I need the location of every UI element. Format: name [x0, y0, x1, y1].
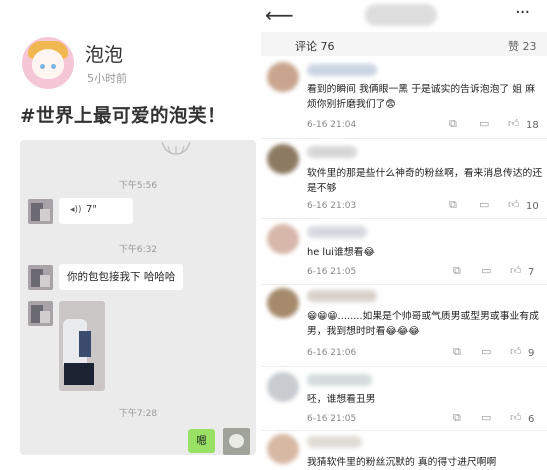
- commenter-avatar[interactable]: [267, 434, 299, 464]
- like-icon[interactable]: 👍︎: [508, 117, 520, 130]
- commenter-avatar[interactable]: [267, 144, 299, 174]
- comments-panel: ⟵ ··· 评论 76 赞 23 看到的瞬间 我俩眼一黑 于是诚实的告诉泡泡了 …: [261, 0, 547, 470]
- like-count: 18: [526, 120, 539, 131]
- like-icon[interactable]: 👍︎: [510, 411, 522, 424]
- like-count: 6: [528, 414, 535, 425]
- like-count: 9: [528, 348, 535, 359]
- commenter-name[interactable]: [307, 374, 372, 386]
- friend-avatar: [28, 301, 53, 326]
- my-reply-message: 嗯: [188, 429, 215, 453]
- share-icon[interactable]: ⧉: [453, 411, 461, 425]
- post-time: 5小时前: [87, 72, 127, 85]
- commenter-name[interactable]: [307, 290, 377, 302]
- share-icon[interactable]: ⧉: [453, 345, 461, 359]
- comment-text: 软件里的那是些什么神奇的粉丝啊，看来消息传达的还是不够: [307, 168, 543, 194]
- chat-timestamp: 下午5:56: [118, 181, 158, 191]
- like-icon[interactable]: 👍︎: [510, 264, 522, 277]
- commenter-avatar[interactable]: [267, 372, 299, 402]
- like-icon[interactable]: 👍︎: [510, 345, 522, 358]
- comment-icon[interactable]: ▭: [481, 411, 491, 424]
- more-icon[interactable]: ···: [515, 2, 530, 23]
- commenter-name[interactable]: [307, 146, 357, 158]
- chat-timestamp: 下午7:28: [118, 409, 158, 419]
- comment-tabs: 评论 76 赞 23: [261, 32, 547, 56]
- like-icon[interactable]: 👍︎: [508, 198, 520, 211]
- comment-text: 看到的瞬间 我俩眼一黑 于是诚实的告诉泡泡了 姐 麻烦你别折磨我们了😨: [307, 84, 535, 110]
- friend-avatar: [28, 265, 53, 290]
- share-icon[interactable]: ⧉: [449, 198, 457, 212]
- comment-time: 6-16 21:03: [307, 201, 357, 211]
- voice-message[interactable]: ◂)) 7": [59, 198, 133, 224]
- photo-message[interactable]: [59, 301, 105, 391]
- divider: [261, 430, 547, 431]
- post-username[interactable]: 泡泡: [85, 40, 123, 67]
- my-avatar: [223, 428, 250, 455]
- chat-screenshot: 下午5:56 ◂)) 7" 下午6:32 你的包包接我下 哈哈哈 下午7:28 …: [20, 140, 256, 455]
- commenter-name[interactable]: [307, 64, 377, 76]
- share-icon[interactable]: ⧉: [453, 264, 461, 278]
- comment-time: 6-16 21:06: [307, 348, 357, 358]
- comment-icon[interactable]: ▭: [481, 345, 491, 358]
- comment-time: 6-16 21:04: [307, 120, 357, 130]
- commenter-avatar[interactable]: [267, 224, 299, 254]
- divider: [261, 218, 547, 219]
- voice-icon: ◂)): [70, 205, 82, 215]
- text-message: 你的包包接我下 哈哈哈: [59, 264, 184, 290]
- divider: [261, 284, 547, 285]
- comment-text: 😁😁😁........如果是个帅哥或气质男或型男或事业有成男，我到想时时看😂😂😂: [307, 311, 539, 337]
- post-text: #世界上最可爱的泡芙！: [20, 106, 227, 127]
- commenter-name[interactable]: [307, 436, 362, 448]
- commenter-name[interactable]: [307, 226, 367, 238]
- commenter-avatar[interactable]: [267, 288, 299, 318]
- comment-time: 6-16 21:05: [307, 414, 357, 424]
- commenter-avatar[interactable]: [267, 62, 299, 92]
- chat-timestamp: 下午6:32: [118, 245, 158, 255]
- friend-avatar: [28, 199, 53, 224]
- top-bar: ⟵ ···: [261, 0, 547, 30]
- comment-icon[interactable]: ▭: [479, 117, 489, 130]
- divider: [261, 138, 547, 139]
- like-count: 10: [526, 201, 539, 212]
- tab-comments[interactable]: 评论 76: [295, 38, 335, 54]
- like-count: 7: [528, 267, 535, 278]
- comment-text: 我猜软件里的粉丝沉默的 真的得寸进尺啊啊: [307, 457, 497, 468]
- bear-doodle-icon: [161, 141, 191, 155]
- comment-text: he lui谁想看😂: [307, 247, 375, 258]
- comment-icon[interactable]: ▭: [479, 198, 489, 211]
- comment-icon[interactable]: ▭: [481, 264, 491, 277]
- weibo-post-panel: 泡泡 5小时前 #世界上最可爱的泡芙！ 下午5:56 ◂)) 7" 下午6:32…: [0, 0, 261, 470]
- comment-time: 6-16 21:05: [307, 267, 357, 277]
- back-arrow-icon[interactable]: ⟵: [265, 3, 294, 27]
- voice-length: 7": [86, 204, 97, 215]
- blurred-title: [365, 4, 437, 26]
- divider: [261, 366, 547, 367]
- comment-text: 呸，谁想看丑男: [307, 394, 376, 405]
- share-icon[interactable]: ⧉: [449, 117, 457, 131]
- tab-likes[interactable]: 赞 23: [508, 38, 537, 54]
- user-avatar[interactable]: [22, 37, 74, 89]
